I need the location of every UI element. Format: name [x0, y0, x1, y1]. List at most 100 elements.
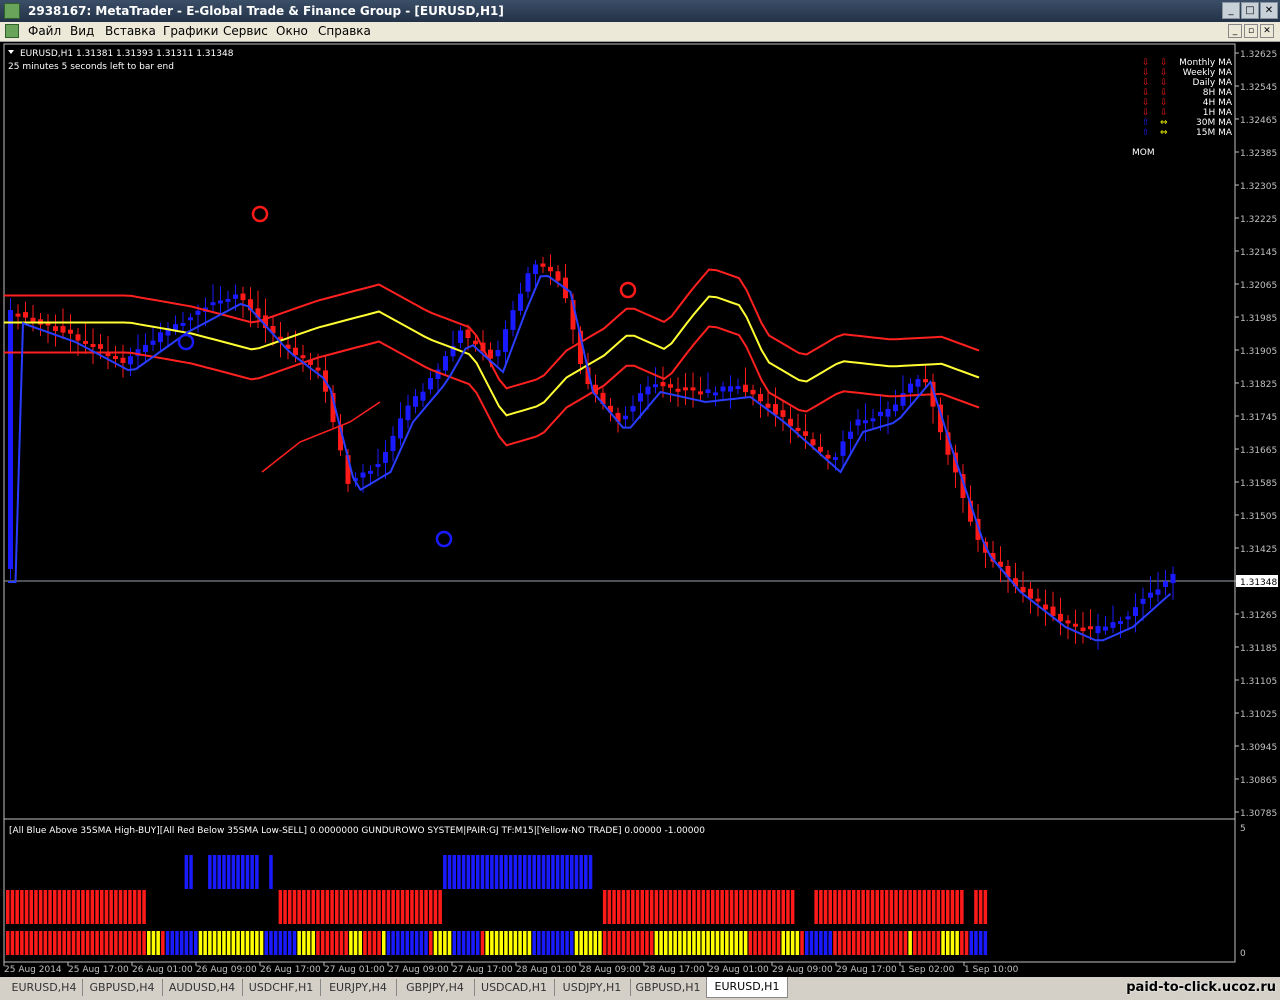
- chart-tab[interactable]: AUDUSD,H4: [162, 979, 243, 996]
- chart-tab[interactable]: EURUSD,H1: [706, 977, 788, 998]
- mdi-restore-button[interactable]: ▫: [1244, 24, 1258, 38]
- indicator-trend-bar: [847, 931, 851, 955]
- chart-menu-triangle-icon[interactable]: [8, 50, 14, 54]
- indicator-sell-bar: [339, 890, 344, 924]
- ma-legend-label: 1H MA: [1203, 108, 1233, 118]
- indicator-buy-bar: [551, 855, 555, 889]
- indicator-sell-bar: [828, 890, 832, 924]
- indicator-trend-bar: [306, 931, 311, 955]
- chart-tab[interactable]: USDCAD,H1: [474, 979, 555, 996]
- indicator-trend-bar: [382, 931, 386, 955]
- indicator-trend-bar: [414, 931, 419, 955]
- indicator-trend-bar: [978, 931, 983, 955]
- indicator-trend-bar: [67, 931, 71, 955]
- candle-body: [83, 340, 88, 344]
- indicator-trend-bar: [607, 931, 612, 955]
- indicator-trend-bar: [734, 931, 738, 955]
- indicator-trend-bar: [513, 931, 518, 955]
- indicator-trend-bar: [222, 931, 226, 955]
- chart-tab[interactable]: GBPUSD,H1: [630, 979, 707, 996]
- indicator-trend-bar: [682, 931, 687, 955]
- indicator-trend-bar: [894, 931, 898, 955]
- chart-canvas[interactable]: 1.32625 1.32545 1.32465 1.32385 1.32305 1.322…: [0, 42, 1280, 977]
- indicator-trend-bar: [81, 931, 85, 955]
- indicator-sell-bar: [67, 890, 71, 924]
- indicator-trend-bar: [819, 931, 823, 955]
- indicator-trend-bar: [132, 931, 137, 955]
- indicator-sell-bar: [95, 890, 99, 924]
- indicator-trend-bar: [635, 931, 640, 955]
- indicator-scale-top: 5: [1240, 824, 1246, 834]
- candle-body: [15, 313, 21, 317]
- ma-trend-icon: ⇔: [1160, 118, 1168, 128]
- menu-charts[interactable]: Графики: [163, 24, 218, 38]
- menu-window[interactable]: Окно: [276, 24, 308, 38]
- indicator-sell-bar: [758, 890, 762, 924]
- mdi-close-button[interactable]: ✕: [1260, 24, 1274, 38]
- close-button[interactable]: ✕: [1260, 2, 1278, 19]
- time-axis-label: 27 Aug 01:00: [324, 965, 385, 975]
- indicator-trend-bar: [706, 931, 710, 955]
- chart-tab[interactable]: USDJPY,H1: [554, 979, 631, 996]
- indicator-sell-bar: [612, 890, 616, 924]
- indicator-buy-bar: [217, 855, 221, 889]
- candle-body: [1110, 622, 1116, 628]
- indicator-trend-bar: [772, 931, 776, 955]
- indicator-sell-bar: [10, 890, 15, 924]
- price-chart[interactable]: 1.32625 1.32545 1.32465 1.32385 1.32305 1.322…: [0, 42, 1280, 977]
- indicator-buy-bar: [222, 855, 226, 889]
- price-tick-label: 1.30945: [1240, 743, 1277, 753]
- ma-direction-icon: ⇩: [1142, 108, 1150, 118]
- menu-help[interactable]: Справка: [318, 24, 371, 38]
- chart-tab[interactable]: EURUSD,H4: [6, 979, 83, 996]
- indicator-trend-bar: [377, 931, 381, 955]
- price-tick-label: 1.31585: [1240, 479, 1277, 489]
- chart-tab[interactable]: EURJPY,H4: [320, 979, 397, 996]
- minimize-button[interactable]: _: [1222, 2, 1240, 19]
- chart-window-icon[interactable]: [5, 24, 19, 38]
- price-tick-label: 1.31425: [1240, 545, 1277, 555]
- indicator-buy-bar: [560, 855, 565, 889]
- menu-view[interactable]: Вид: [70, 24, 94, 38]
- indicator-buy-bar: [250, 855, 254, 889]
- indicator-sell-bar: [842, 890, 847, 924]
- candle-body: [158, 332, 163, 343]
- indicator-trend-bar: [654, 931, 659, 955]
- candle-body: [878, 411, 883, 417]
- price-tick-label: 1.31905: [1240, 347, 1277, 357]
- maximize-button[interactable]: □: [1241, 2, 1259, 19]
- candle-body: [1140, 598, 1146, 604]
- candle-body: [668, 384, 673, 388]
- price-tick-label: 1.31105: [1240, 677, 1277, 687]
- mom-label: MOM: [1132, 148, 1155, 158]
- indicator-sell-bar: [391, 890, 395, 924]
- candle-body: [750, 389, 756, 395]
- indicator-sell-bar: [847, 890, 851, 924]
- indicator-sell-bar: [790, 890, 795, 924]
- indicator-trend-bar: [231, 931, 236, 955]
- indicator-trend-bar: [612, 931, 616, 955]
- buy-signal-icon: [435, 530, 453, 548]
- indicator-sell-bar: [62, 890, 66, 924]
- indicator-sell-bar: [81, 890, 85, 924]
- candle-body: [825, 454, 831, 459]
- indicator-sell-bar: [104, 890, 109, 924]
- ma-trend-icon: ⇩: [1160, 88, 1168, 98]
- indicator-sell-bar: [725, 890, 729, 924]
- indicator-sell-bar: [132, 890, 137, 924]
- menu-file[interactable]: Файл: [28, 24, 61, 38]
- price-tick-label: 1.31505: [1240, 512, 1277, 522]
- indicator-sell-bar: [701, 890, 706, 924]
- menu-tools[interactable]: Сервис: [223, 24, 268, 38]
- mdi-minimize-button[interactable]: _: [1228, 24, 1242, 38]
- indicator-trend-bar: [452, 931, 456, 955]
- menu-insert[interactable]: Вставка: [105, 24, 156, 38]
- chart-tab[interactable]: GBPJPY,H4: [396, 979, 475, 996]
- indicator-sell-bar: [640, 890, 644, 924]
- indicator-trend-bar: [15, 931, 19, 955]
- indicator-buy-bar: [499, 855, 503, 889]
- chart-tab[interactable]: GBPUSD,H4: [82, 979, 163, 996]
- indicator-trend-bar: [964, 931, 969, 955]
- chart-tab[interactable]: USDCHF,H1: [242, 979, 321, 996]
- indicator-trend-bar: [748, 931, 753, 955]
